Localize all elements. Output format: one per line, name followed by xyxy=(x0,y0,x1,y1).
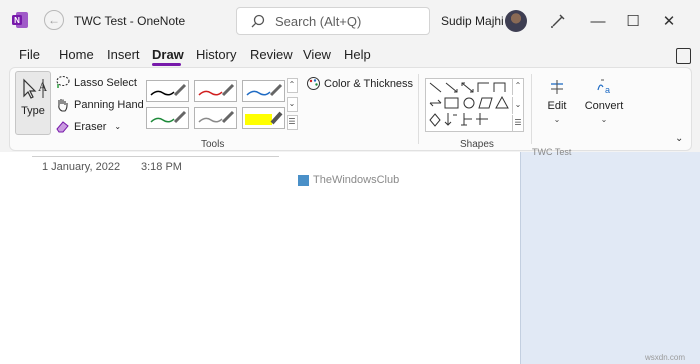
search-placeholder: Search (Alt+Q) xyxy=(275,13,362,29)
watermark: TheWindowsClub xyxy=(298,174,399,186)
lasso-label: Lasso Select xyxy=(74,76,137,89)
search-icon xyxy=(251,14,265,28)
user-name[interactable]: Sudip Majhi xyxy=(441,14,504,28)
notebooks-icon[interactable] xyxy=(676,48,691,64)
gallery-down-icon[interactable]: ⌄ xyxy=(286,96,298,112)
shapes-group-label: Shapes xyxy=(460,139,494,150)
title-underline xyxy=(32,156,279,157)
back-arrow-icon: ← xyxy=(48,13,60,27)
line-shape-icon xyxy=(429,82,442,93)
avatar[interactable] xyxy=(505,10,527,32)
back-button[interactable]: ← xyxy=(44,10,64,30)
tools-group-label: Tools xyxy=(201,139,225,150)
document-title: TWC Test - OneNote xyxy=(74,14,186,28)
pen-green[interactable] xyxy=(146,107,189,129)
edit-icon xyxy=(551,80,563,94)
pen-gallery xyxy=(146,80,289,132)
collapse-ribbon-icon[interactable]: ⌄ xyxy=(675,133,683,144)
edit-button[interactable]: Edit ⌄ xyxy=(534,78,580,126)
ribbon-divider xyxy=(418,74,419,144)
page-date: 1 January, 2022 xyxy=(42,161,121,173)
svg-text:N: N xyxy=(14,16,20,25)
gallery-more-icon[interactable]: ☰ xyxy=(286,115,298,130)
type-label: Type xyxy=(21,105,45,117)
svg-text:a: a xyxy=(605,85,610,95)
footer-watermark: wsxdn.com xyxy=(645,353,686,362)
lasso-select-button[interactable]: Lasso Select xyxy=(55,75,137,90)
tab-history[interactable]: History xyxy=(196,47,236,62)
convert-dropdown-icon: ⌄ xyxy=(600,115,608,124)
color-thickness-label: Color & Thickness xyxy=(324,77,414,90)
title-bar: N ← TWC Test - OneNote Search (Alt+Q) Su… xyxy=(0,0,700,42)
maximize-button[interactable]: ☐ xyxy=(620,8,646,34)
note-page[interactable]: 1 January, 2022 3:18 PM TheWindowsClub xyxy=(0,152,520,364)
ribbon-divider xyxy=(531,74,532,144)
highlighter-yellow[interactable] xyxy=(242,107,285,129)
watermark-logo-icon xyxy=(298,174,309,186)
close-button[interactable]: ✕ xyxy=(656,8,682,34)
tab-file[interactable]: File xyxy=(19,47,40,62)
shapes-down-icon[interactable]: ⌄ xyxy=(512,96,523,114)
pen-blue-icon xyxy=(246,83,283,97)
ribbon-tabs: File Home Insert Draw History Review Vie… xyxy=(0,42,700,66)
pen-gray[interactable] xyxy=(194,107,237,129)
shapes-more-icon[interactable]: ☰ xyxy=(512,115,523,132)
pen-settings-icon[interactable] xyxy=(548,11,568,31)
tab-home[interactable]: Home xyxy=(59,47,94,62)
minimize-button[interactable]: — xyxy=(585,8,611,34)
palette-icon xyxy=(307,77,320,90)
highlighter-icon xyxy=(245,111,283,125)
tab-draw[interactable]: Draw xyxy=(152,47,184,62)
color-thickness-button[interactable]: Color & Thickness xyxy=(306,76,413,91)
tab-insert[interactable]: Insert xyxy=(107,47,140,62)
pen-black[interactable] xyxy=(146,80,189,102)
convert-icon: a xyxy=(597,79,610,95)
eraser-button[interactable]: Eraser ⌄ xyxy=(55,119,121,134)
edit-label: Edit xyxy=(547,100,567,112)
tab-review[interactable]: Review xyxy=(250,47,293,62)
onenote-app-icon: N xyxy=(12,12,28,28)
convert-button[interactable]: a Convert ⌄ xyxy=(581,78,627,126)
tab-help[interactable]: Help xyxy=(344,47,371,62)
edit-dropdown-icon: ⌄ xyxy=(553,115,561,124)
eraser-icon xyxy=(56,121,69,133)
page-list-title[interactable]: TWC Test xyxy=(532,147,571,157)
shapes-gallery-scroll: ⌃ ⌄ ☰ xyxy=(512,78,524,132)
pen-black-icon xyxy=(150,83,187,97)
active-tab-indicator xyxy=(152,63,181,66)
page-time: 3:18 PM xyxy=(141,161,182,173)
eraser-dropdown-icon[interactable]: ⌄ xyxy=(114,122,121,131)
pen-gray-icon xyxy=(198,110,235,124)
pen-red[interactable] xyxy=(194,80,237,102)
lasso-icon xyxy=(56,75,70,88)
gallery-up-icon[interactable]: ⌃ xyxy=(286,78,298,93)
hand-icon xyxy=(58,99,68,112)
panning-hand-button[interactable]: Panning Hand xyxy=(55,97,144,112)
type-cursor-icon: A xyxy=(23,78,47,99)
tab-view[interactable]: View xyxy=(303,47,331,62)
page-list-panel[interactable] xyxy=(520,152,700,364)
pen-blue[interactable] xyxy=(242,80,285,102)
watermark-text: TheWindowsClub xyxy=(313,174,400,186)
panning-label: Panning Hand xyxy=(74,98,144,111)
pen-red-icon xyxy=(198,83,235,97)
eraser-label: Eraser xyxy=(74,120,107,133)
search-input[interactable]: Search (Alt+Q) xyxy=(236,7,430,35)
shapes-up-icon[interactable]: ⌃ xyxy=(512,78,523,95)
shapes-gallery xyxy=(425,78,524,132)
shapes-icons xyxy=(429,82,509,127)
convert-label: Convert xyxy=(584,100,624,112)
pen-gallery-scroll: ⌃ ⌄ ☰ xyxy=(286,78,298,130)
type-button[interactable]: A Type xyxy=(15,71,51,135)
pen-green-icon xyxy=(150,110,187,124)
